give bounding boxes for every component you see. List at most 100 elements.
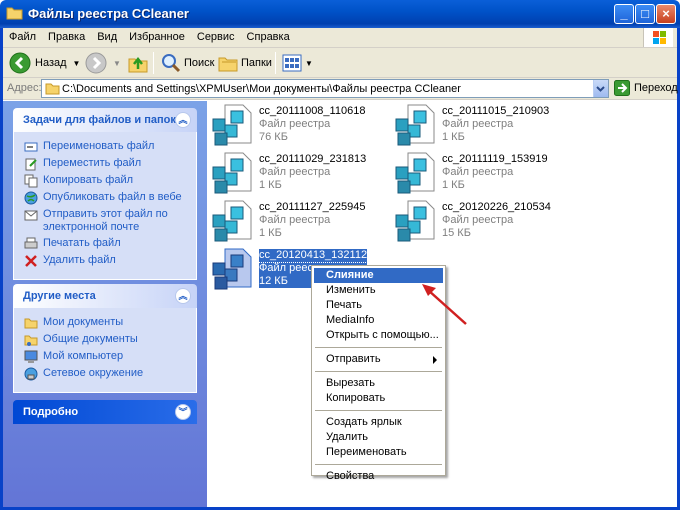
go-arrow-icon [614,80,630,96]
menu-item-cut[interactable]: Вырезать [314,376,443,391]
menu-tools[interactable]: Сервис [191,28,241,43]
title-bar[interactable]: Файлы реестра CCleaner _ □ × [0,0,680,28]
registry-file-icon [395,104,435,146]
details-header[interactable]: Подробно ︾ [13,400,197,424]
task-label: Печатать файл [43,237,121,249]
registry-file-icon [212,248,252,290]
window-title: Файлы реестра CCleaner [28,6,189,21]
task-rename[interactable]: Переименовать файл [24,140,192,154]
file-name: cc_20111127_225945 [259,201,366,213]
delete-x-icon [25,255,37,267]
file-item[interactable]: cc_20111015_210903 Файл реестра 1 КБ [394,101,584,147]
file-tasks-header[interactable]: Задачи для файлов и папок ︽ [13,108,197,132]
printer-icon [24,237,38,249]
place-shared-documents[interactable]: Общие документы [24,333,192,347]
minimize-button[interactable]: _ [614,4,634,24]
place-network[interactable]: Сетевое окружение [24,367,192,381]
place-my-documents[interactable]: Мои документы [24,316,192,330]
expand-icon[interactable]: ︾ [175,404,191,420]
menu-item-delete[interactable]: Удалить [314,430,443,445]
views-button[interactable]: ▼ [281,51,313,75]
folders-label: Папки [241,57,272,69]
views-dropdown-icon[interactable]: ▼ [305,59,313,68]
folders-button[interactable]: Папки [217,51,272,75]
search-button[interactable]: Поиск [160,51,214,75]
other-places-title: Другие места [23,290,96,302]
move-icon [25,158,37,171]
search-icon [162,54,181,73]
address-bar: Адрес: C:\Documents and Settings\XPMUser… [3,78,678,100]
address-dropdown-button[interactable] [593,80,608,97]
forward-button[interactable]: ▼ [85,51,121,75]
chevron-down-icon [596,86,605,92]
task-copy[interactable]: Копировать файл [24,174,192,188]
collapse-icon[interactable]: ︽ [175,288,191,304]
place-label: Общие документы [43,333,138,345]
place-label: Сетевое окружение [43,367,144,379]
menu-favorites[interactable]: Избранное [123,28,191,43]
menu-item-send-to[interactable]: Отправить [314,352,443,367]
up-folder-icon [128,56,148,73]
registry-file-icon [395,200,435,242]
task-delete[interactable]: Удалить файл [24,254,192,268]
place-my-computer[interactable]: Мой компьютер [24,350,192,364]
menu-item-create-shortcut[interactable]: Создать ярлык [314,415,443,430]
menu-separator [315,464,442,465]
file-type: Файл реестра [442,118,514,130]
task-publish-web[interactable]: Опубликовать файл в вебе [24,191,192,205]
menu-item-open-with[interactable]: Открыть с помощью... [314,328,443,343]
file-size: 1 КБ [259,179,282,191]
task-label: Переименовать файл [43,140,155,152]
forward-dropdown-icon[interactable]: ▼ [113,59,121,68]
menu-edit[interactable]: Правка [42,28,91,43]
toolbar: Назад ▼ ▼ Поиск Папки ▼ [3,48,677,78]
task-email[interactable]: Отправить этот файл по электронной почте [24,208,192,234]
back-dropdown-icon[interactable]: ▼ [73,59,81,68]
up-folder-button[interactable] [127,51,149,75]
other-places-header[interactable]: Другие места ︽ [13,284,197,308]
task-move[interactable]: Переместить файл [24,157,192,171]
forward-arrow-icon [85,52,107,74]
address-label: Адрес: [7,82,42,94]
email-icon [24,210,38,221]
back-button[interactable]: Назад ▼ [9,51,80,75]
task-label: Переместить файл [43,157,142,169]
copy-icon [24,174,38,188]
place-label: Мои документы [43,316,124,328]
file-size: 1 КБ [442,179,465,191]
menu-separator [315,371,442,372]
file-tasks-title: Задачи для файлов и папок [23,114,176,126]
menu-item-copy[interactable]: Копировать [314,391,443,406]
address-field[interactable]: C:\Documents and Settings\XPMUser\Мои до… [41,79,609,98]
annotation-arrow-icon [422,284,467,325]
file-type: Файл реестра [259,118,331,130]
task-print[interactable]: Печатать файл [24,237,192,251]
file-item[interactable]: cc_20111029_231813 Файл реестра 1 КБ [211,149,401,195]
toolbar-separator [153,52,154,74]
file-item[interactable]: cc_20111008_110618 Файл реестра 76 КБ [211,101,401,147]
file-item[interactable]: cc_20111127_225945 Файл реестра 1 КБ [211,197,401,243]
network-icon [24,367,38,381]
globe-icon [24,191,38,205]
collapse-icon[interactable]: ︽ [175,112,191,128]
go-label: Переход [634,82,678,94]
file-name: cc_20111015_210903 [442,105,550,117]
menu-file[interactable]: Файл [3,28,42,43]
go-button[interactable]: Переход [614,80,678,96]
views-grid-icon [282,54,302,72]
file-item[interactable]: cc_20111119_153919 Файл реестра 1 КБ [394,149,584,195]
registry-file-icon [212,152,252,194]
menu-item-rename[interactable]: Переименовать [314,445,443,460]
shared-folder-icon [24,335,38,346]
menu-item-properties[interactable]: Свойства [314,469,443,484]
folders-icon [218,57,238,72]
maximize-button[interactable]: □ [635,4,655,24]
place-label: Мой компьютер [43,350,124,362]
menu-help[interactable]: Справка [241,28,296,43]
menu-item-merge[interactable]: Слияние [314,268,443,283]
file-type: Файл реестра [442,214,514,226]
menu-view[interactable]: Вид [91,28,123,43]
file-size: 15 КБ [442,227,471,239]
file-item[interactable]: cc_20120226_210534 Файл реестра 15 КБ [394,197,584,243]
close-button[interactable]: × [656,4,676,24]
